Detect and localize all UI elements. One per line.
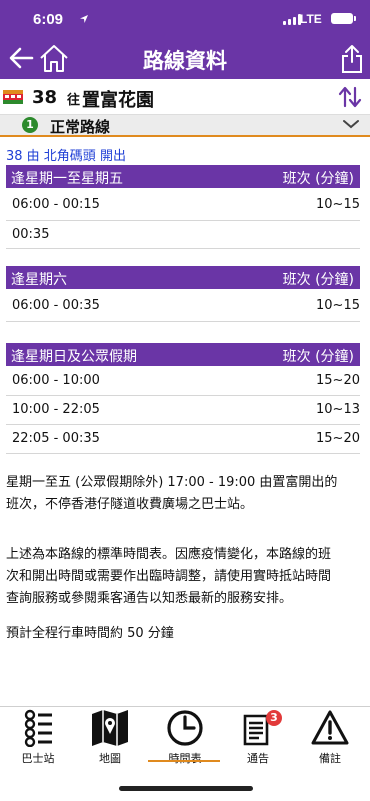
tab-bus-stops[interactable]: 巴士站 (8, 709, 68, 767)
note-line: 班次，不停香港仔隧道收費廣場之巴士站。 (6, 497, 254, 512)
note-peak-hours: 星期一至五 (公眾假期除外) 17:00 - 19:00 由置富開出的 班次，不… (6, 472, 362, 516)
time-range: 00:35 (12, 227, 50, 242)
page-title: 路線資料 (143, 49, 227, 73)
bus-stops-icon (24, 709, 52, 747)
share-icon[interactable] (340, 44, 364, 74)
route-destination: 置富花園 (82, 90, 154, 111)
frequency-value: 10~13 (316, 402, 360, 417)
note-line: 星期一至五 (公眾假期除外) 17:00 - 19:00 由置富開出的 (6, 475, 338, 490)
signal-icon (283, 14, 301, 25)
frequency-value: 10~15 (316, 197, 360, 212)
network-label: LTE (300, 12, 322, 26)
tab-label: 地圖 (99, 752, 121, 765)
section-header-saturday: 逢星期六 班次 (分鐘) (6, 266, 360, 289)
frequency-header: 班次 (分鐘) (282, 171, 354, 187)
note-line: 上述為本路線的標準時間表。因應疫情變化，本路線的班 (6, 547, 332, 562)
swap-direction-icon[interactable] (338, 86, 362, 108)
bus-icon (3, 90, 23, 104)
home-indicator[interactable] (119, 786, 253, 791)
warning-icon (311, 710, 349, 745)
timetable-row: 06:00 - 00:15 10~15 (6, 188, 360, 221)
tab-map[interactable]: 地圖 (80, 709, 140, 767)
timetable-row: 00:35 (6, 221, 360, 249)
timetable-row: 06:00 - 00:35 10~15 (6, 289, 360, 322)
tab-label: 時間表 (168, 752, 202, 765)
time-range: 10:00 - 22:05 (12, 402, 100, 417)
section-header-sunday-holiday: 逢星期日及公眾假期 班次 (分鐘) (6, 343, 360, 366)
time-range: 06:00 - 10:00 (12, 373, 100, 388)
variant-label: 正常路線 (50, 118, 111, 136)
section-header-weekday: 逢星期一至星期五 班次 (分鐘) (6, 165, 360, 188)
time-range: 22:05 - 00:35 (12, 431, 100, 446)
note-journey-time: 預計全程行車時間約 50 分鐘 (6, 623, 362, 645)
timetable-row: 10:00 - 22:05 10~13 (6, 396, 360, 425)
tab-label: 通告 (247, 752, 269, 765)
frequency-header: 班次 (分鐘) (282, 272, 354, 288)
tab-timetable[interactable]: 時間表 (155, 709, 215, 767)
time-range: 06:00 - 00:35 (12, 298, 100, 313)
variant-number-badge: 1 (22, 117, 38, 133)
active-tab-indicator (148, 760, 220, 762)
note-line: 查詢服務或參閱乘客通告以知悉最新的服務安排。 (6, 591, 293, 606)
tab-remarks[interactable]: 備註 (300, 709, 360, 767)
note-line: 次和開出時間或需要作出臨時調整，請使用實時抵站時間 (6, 569, 332, 584)
status-time: 6:09 (33, 11, 64, 28)
tab-label: 巴士站 (21, 752, 55, 765)
location-arrow-icon (80, 15, 88, 23)
note-covid-adjustment: 上述為本路線的標準時間表。因應疫情變化，本路線的班 次和開出時間或需要作出臨時調… (6, 544, 362, 610)
time-range: 06:00 - 00:15 (12, 197, 100, 212)
frequency-value: 10~15 (316, 298, 360, 313)
tab-label: 備註 (319, 752, 341, 765)
frequency-value: 15~20 (316, 431, 360, 446)
frequency-value: 15~20 (316, 373, 360, 388)
section-title: 逢星期日及公眾假期 (11, 349, 137, 365)
section-title: 逢星期一至星期五 (11, 171, 123, 187)
chevron-down-icon[interactable] (342, 118, 360, 130)
timetable-row: 22:05 - 00:35 15~20 (6, 425, 360, 454)
clock-icon (167, 710, 203, 746)
timetable-row: 06:00 - 10:00 15~20 (6, 366, 360, 396)
battery-icon (331, 13, 356, 24)
route-dest-prefix: 往 (67, 93, 81, 108)
origin-text: 38 由 北角碼頭 開出 (6, 149, 126, 164)
note-line: 預計全程行車時間約 50 分鐘 (6, 626, 174, 641)
route-number: 38 (32, 87, 58, 108)
map-icon (92, 710, 128, 746)
status-bar: 6:09 LTE (0, 0, 370, 40)
section-title: 逢星期六 (11, 272, 67, 288)
notice-count-badge: 3 (266, 710, 282, 726)
frequency-header: 班次 (分鐘) (282, 349, 354, 365)
